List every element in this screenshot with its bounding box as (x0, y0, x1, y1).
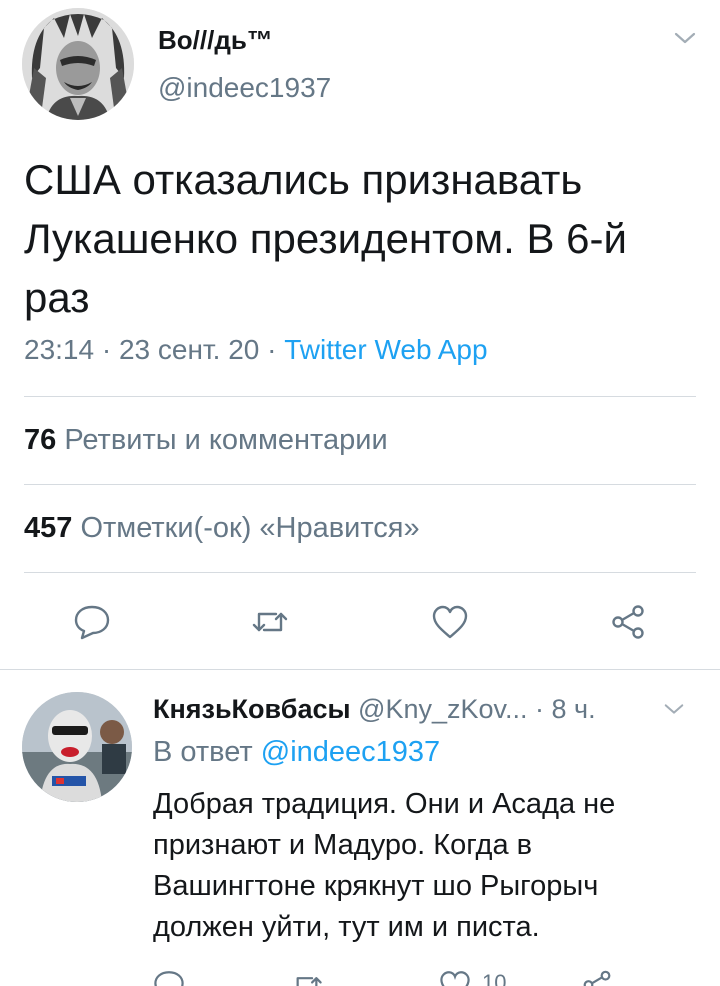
comment-icon[interactable] (152, 968, 186, 986)
retweets-count: 76 (24, 424, 57, 456)
retweets-label: Ретвиты и комментарии (56, 424, 388, 456)
retweet-icon (252, 612, 288, 632)
reply-to-mention[interactable]: @indeec1937 (261, 736, 440, 768)
divider (24, 484, 696, 485)
reply-to-label: В ответ (153, 736, 261, 768)
share-icon (612, 605, 644, 639)
reply-actions: 10 (0, 968, 720, 986)
retweet-button[interactable] (248, 600, 292, 644)
avatar[interactable] (22, 8, 134, 120)
share-icon[interactable] (580, 968, 614, 986)
main-tweet: Во///дь™ @indeec1937 США отказались приз… (0, 0, 720, 670)
heart-icon (432, 605, 468, 639)
retweet-icon[interactable] (290, 968, 324, 986)
retweets-stat[interactable]: 76 Ретвиты и комментарии (24, 424, 388, 457)
display-name[interactable]: Во///дь™ (158, 25, 273, 56)
reply-tweet[interactable]: КнязьКовбасы @Kny_zKov... · 8 ч. В ответ… (0, 672, 720, 986)
tweet-source[interactable]: Twitter Web App (284, 334, 487, 365)
divider (24, 396, 696, 397)
tweet-meta: 23:14 · 23 сент. 20 · Twitter Web App (24, 334, 488, 366)
divider (0, 669, 720, 670)
chevron-down-icon[interactable] (673, 26, 697, 50)
reply-button[interactable] (70, 600, 114, 644)
reply-text: Добрая традиция. Они и Асада не признают… (153, 788, 616, 943)
reply-header: КнязьКовбасы @Kny_zKov... · 8 ч. (153, 694, 596, 725)
likes-count: 457 (24, 512, 73, 544)
display-name[interactable]: КнязьКовбасы (153, 694, 351, 724)
likes-label: Отметки(-ок) «Нравится» (72, 512, 420, 544)
comment-icon (74, 605, 110, 640)
like-button[interactable] (428, 600, 472, 644)
handle-and-time[interactable]: @Kny_zKov... · 8 ч. (351, 694, 596, 724)
likes-stat[interactable]: 457 Отметки(-ок) «Нравится» (24, 512, 420, 545)
chevron-down-icon[interactable] (663, 698, 685, 720)
avatar-portrait (22, 8, 134, 120)
share-button[interactable] (606, 600, 650, 644)
divider (24, 572, 696, 573)
reply-likes-count: 10 (482, 970, 507, 986)
avatar-photo (22, 692, 132, 802)
user-handle[interactable]: @indeec1937 (158, 72, 331, 104)
tweet-text: США отказались признавать Лукашенко през… (24, 156, 627, 321)
heart-icon[interactable] (438, 968, 472, 986)
avatar[interactable] (22, 692, 132, 802)
tweet-time[interactable]: 23:14 · 23 сент. 20 · (24, 334, 284, 365)
reply-context: В ответ @indeec1937 (153, 736, 440, 769)
